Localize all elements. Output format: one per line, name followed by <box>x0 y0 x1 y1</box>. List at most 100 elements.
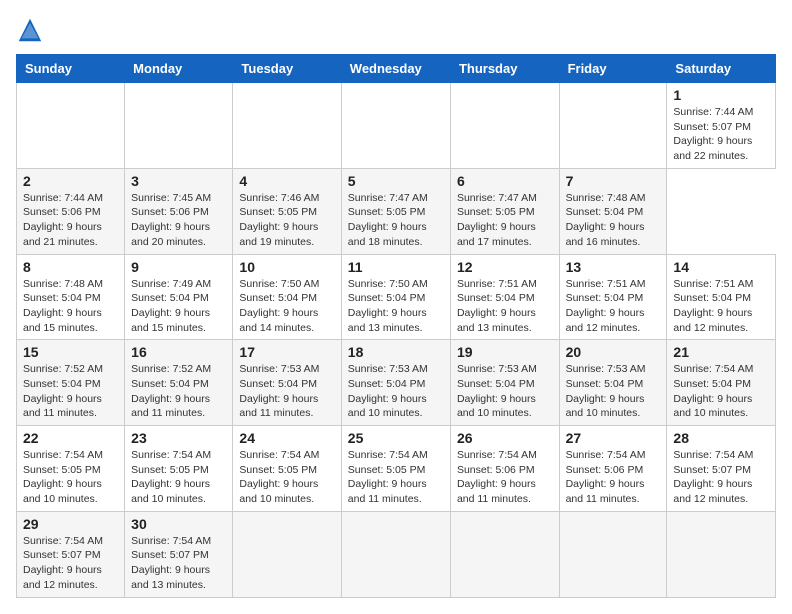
day-number: 11 <box>348 259 444 275</box>
day-number: 2 <box>23 173 118 189</box>
calendar-cell: 16Sunrise: 7:52 AMSunset: 5:04 PMDayligh… <box>125 340 233 426</box>
calendar-cell: 6 Sunrise: 7:47 AMSunset: 5:05 PMDaylight… <box>450 168 559 254</box>
day-info: Sunrise: 7:48 AMSunset: 5:04 PMDaylight:… <box>23 277 118 336</box>
day-info: Sunrise: 7:53 AMSunset: 5:04 PMDaylight:… <box>457 362 553 421</box>
week-row-1: 1 Sunrise: 7:44 AMSunset: 5:07 PMDaylight… <box>17 83 776 169</box>
day-number: 27 <box>566 430 661 446</box>
day-info: Sunrise: 7:52 AMSunset: 5:04 PMDaylight:… <box>23 362 118 421</box>
day-number: 5 <box>348 173 444 189</box>
calendar-cell <box>450 511 559 597</box>
calendar-cell <box>559 511 667 597</box>
logo-icon <box>16 16 44 44</box>
day-number: 17 <box>239 344 334 360</box>
day-info: Sunrise: 7:47 AMSunset: 5:05 PMDaylight:… <box>457 191 553 250</box>
calendar-cell <box>233 511 341 597</box>
calendar-cell: 17 Sunrise: 7:53 AMSunset: 5:04 PMDayligh… <box>233 340 341 426</box>
day-info: Sunrise: 7:54 AMSunset: 5:07 PMDaylight:… <box>673 448 769 507</box>
calendar-cell <box>233 83 341 169</box>
day-number: 30 <box>131 516 226 532</box>
calendar-cell: 24Sunrise: 7:54 AMSunset: 5:05 PMDayligh… <box>233 426 341 512</box>
calendar-cell: 9 Sunrise: 7:49 AMSunset: 5:04 PMDaylight… <box>125 254 233 340</box>
day-info: Sunrise: 7:54 AMSunset: 5:05 PMDaylight:… <box>23 448 118 507</box>
calendar-table: SundayMondayTuesdayWednesdayThursdayFrid… <box>16 54 776 598</box>
week-row-4: 15Sunrise: 7:52 AMSunset: 5:04 PMDayligh… <box>17 340 776 426</box>
day-info: Sunrise: 7:50 AMSunset: 5:04 PMDaylight:… <box>239 277 334 336</box>
day-info: Sunrise: 7:44 AMSunset: 5:07 PMDaylight:… <box>673 105 769 164</box>
logo <box>16 16 48 44</box>
day-info: Sunrise: 7:53 AMSunset: 5:04 PMDaylight:… <box>566 362 661 421</box>
calendar-cell: 18 Sunrise: 7:53 AMSunset: 5:04 PMDayligh… <box>341 340 450 426</box>
week-row-6: 29Sunrise: 7:54 AMSunset: 5:07 PMDayligh… <box>17 511 776 597</box>
day-number: 26 <box>457 430 553 446</box>
day-info: Sunrise: 7:44 AMSunset: 5:06 PMDaylight:… <box>23 191 118 250</box>
calendar-cell: 28 Sunrise: 7:54 AMSunset: 5:07 PMDayligh… <box>667 426 776 512</box>
day-number: 18 <box>348 344 444 360</box>
day-info: Sunrise: 7:54 AMSunset: 5:05 PMDaylight:… <box>131 448 226 507</box>
day-info: Sunrise: 7:54 AMSunset: 5:07 PMDaylight:… <box>23 534 118 593</box>
day-info: Sunrise: 7:46 AMSunset: 5:05 PMDaylight:… <box>239 191 334 250</box>
header-wednesday: Wednesday <box>341 55 450 83</box>
day-info: Sunrise: 7:54 AMSunset: 5:06 PMDaylight:… <box>457 448 553 507</box>
calendar-cell: 15Sunrise: 7:52 AMSunset: 5:04 PMDayligh… <box>17 340 125 426</box>
calendar-cell <box>17 83 125 169</box>
day-number: 6 <box>457 173 553 189</box>
day-info: Sunrise: 7:45 AMSunset: 5:06 PMDaylight:… <box>131 191 226 250</box>
day-info: Sunrise: 7:53 AMSunset: 5:04 PMDaylight:… <box>348 362 444 421</box>
week-row-3: 8 Sunrise: 7:48 AMSunset: 5:04 PMDaylight… <box>17 254 776 340</box>
calendar-cell: 11Sunrise: 7:50 AMSunset: 5:04 PMDayligh… <box>341 254 450 340</box>
day-info: Sunrise: 7:54 AMSunset: 5:05 PMDaylight:… <box>348 448 444 507</box>
day-number: 19 <box>457 344 553 360</box>
day-number: 13 <box>566 259 661 275</box>
page-header <box>16 16 776 44</box>
day-info: Sunrise: 7:54 AMSunset: 5:06 PMDaylight:… <box>566 448 661 507</box>
day-number: 1 <box>673 87 769 103</box>
day-number: 10 <box>239 259 334 275</box>
calendar-cell: 10 Sunrise: 7:50 AMSunset: 5:04 PMDayligh… <box>233 254 341 340</box>
calendar-cell <box>559 83 667 169</box>
day-number: 7 <box>566 173 661 189</box>
day-info: Sunrise: 7:47 AMSunset: 5:05 PMDaylight:… <box>348 191 444 250</box>
day-number: 12 <box>457 259 553 275</box>
day-number: 9 <box>131 259 226 275</box>
calendar-cell: 1 Sunrise: 7:44 AMSunset: 5:07 PMDaylight… <box>667 83 776 169</box>
calendar-header-row: SundayMondayTuesdayWednesdayThursdayFrid… <box>17 55 776 83</box>
calendar-cell: 26 Sunrise: 7:54 AMSunset: 5:06 PMDayligh… <box>450 426 559 512</box>
calendar-cell: 25 Sunrise: 7:54 AMSunset: 5:05 PMDayligh… <box>341 426 450 512</box>
calendar-cell <box>341 511 450 597</box>
day-info: Sunrise: 7:48 AMSunset: 5:04 PMDaylight:… <box>566 191 661 250</box>
calendar-cell: 12Sunrise: 7:51 AMSunset: 5:04 PMDayligh… <box>450 254 559 340</box>
day-number: 20 <box>566 344 661 360</box>
header-friday: Friday <box>559 55 667 83</box>
day-number: 25 <box>348 430 444 446</box>
calendar-cell: 7 Sunrise: 7:48 AMSunset: 5:04 PMDaylight… <box>559 168 667 254</box>
day-info: Sunrise: 7:51 AMSunset: 5:04 PMDaylight:… <box>673 277 769 336</box>
calendar-cell: 2 Sunrise: 7:44 AMSunset: 5:06 PMDaylight… <box>17 168 125 254</box>
header-sunday: Sunday <box>17 55 125 83</box>
day-number: 21 <box>673 344 769 360</box>
calendar-cell: 4 Sunrise: 7:46 AMSunset: 5:05 PMDaylight… <box>233 168 341 254</box>
header-thursday: Thursday <box>450 55 559 83</box>
calendar-cell: 19 Sunrise: 7:53 AMSunset: 5:04 PMDayligh… <box>450 340 559 426</box>
day-info: Sunrise: 7:53 AMSunset: 5:04 PMDaylight:… <box>239 362 334 421</box>
day-number: 24 <box>239 430 334 446</box>
day-number: 4 <box>239 173 334 189</box>
calendar-cell: 20 Sunrise: 7:53 AMSunset: 5:04 PMDayligh… <box>559 340 667 426</box>
calendar-cell <box>450 83 559 169</box>
calendar-cell: 13Sunrise: 7:51 AMSunset: 5:04 PMDayligh… <box>559 254 667 340</box>
header-monday: Monday <box>125 55 233 83</box>
header-tuesday: Tuesday <box>233 55 341 83</box>
day-info: Sunrise: 7:54 AMSunset: 5:04 PMDaylight:… <box>673 362 769 421</box>
day-info: Sunrise: 7:49 AMSunset: 5:04 PMDaylight:… <box>131 277 226 336</box>
calendar-cell <box>125 83 233 169</box>
calendar-cell: 27 Sunrise: 7:54 AMSunset: 5:06 PMDayligh… <box>559 426 667 512</box>
header-saturday: Saturday <box>667 55 776 83</box>
day-number: 8 <box>23 259 118 275</box>
day-number: 16 <box>131 344 226 360</box>
day-info: Sunrise: 7:54 AMSunset: 5:07 PMDaylight:… <box>131 534 226 593</box>
calendar-cell: 14 Sunrise: 7:51 AMSunset: 5:04 PMDayligh… <box>667 254 776 340</box>
week-row-5: 22Sunrise: 7:54 AMSunset: 5:05 PMDayligh… <box>17 426 776 512</box>
calendar-cell <box>667 511 776 597</box>
day-number: 3 <box>131 173 226 189</box>
day-number: 28 <box>673 430 769 446</box>
day-number: 14 <box>673 259 769 275</box>
